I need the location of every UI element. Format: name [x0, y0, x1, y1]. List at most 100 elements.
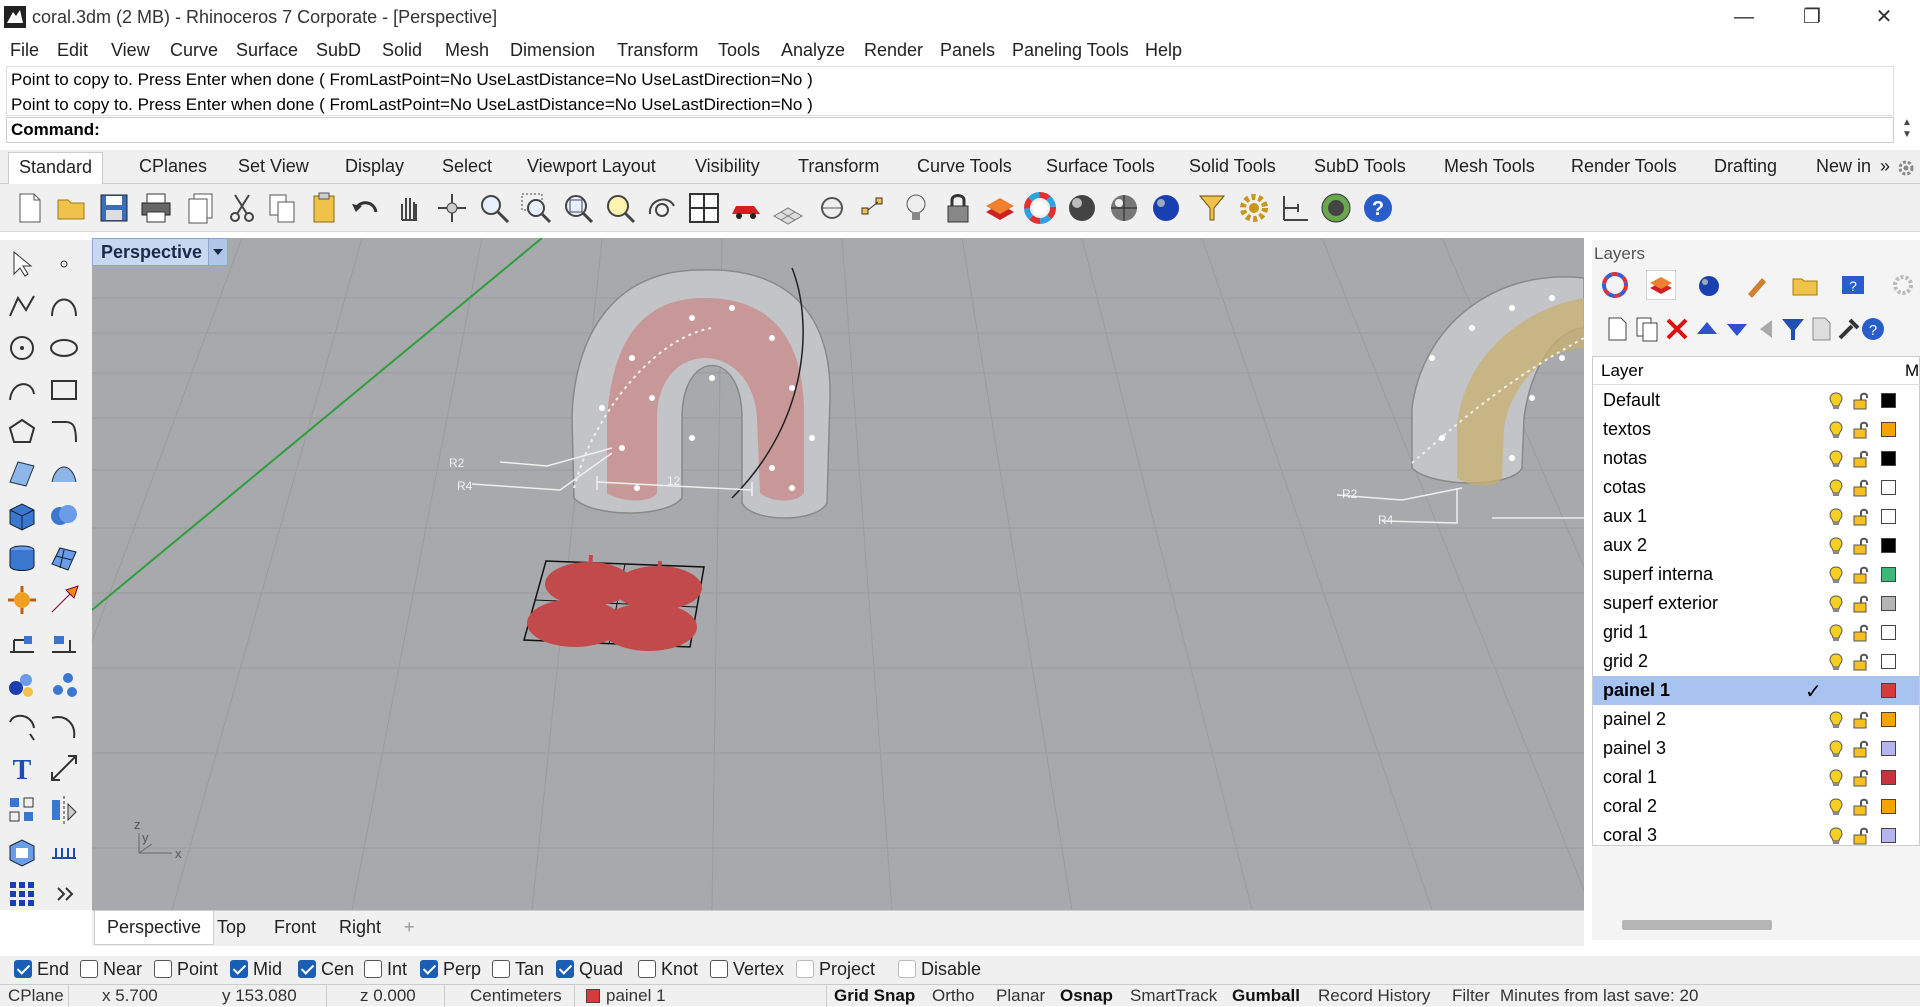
properties-tab-icon[interactable]	[1600, 270, 1630, 300]
tab-transform[interactable]: Transform	[798, 156, 879, 177]
layer-name[interactable]: coral 1	[1603, 767, 1657, 788]
planar-toggle[interactable]: Planar	[996, 986, 1045, 1006]
lightbulb-icon[interactable]	[1829, 595, 1843, 613]
units-label[interactable]: Centimeters	[470, 986, 562, 1006]
lightbulb-icon[interactable]	[1829, 479, 1843, 497]
files-tab-icon[interactable]	[1790, 270, 1820, 300]
select-arrow-icon[interactable]	[4, 246, 40, 282]
layer-color-swatch[interactable]	[1881, 567, 1896, 582]
cut-icon[interactable]	[224, 190, 260, 226]
osnap-tan[interactable]: Tan	[492, 959, 544, 980]
layer-row[interactable]: coral 3	[1593, 821, 1919, 850]
zoom-window-icon[interactable]	[518, 190, 554, 226]
layer-name[interactable]: grid 2	[1603, 651, 1648, 672]
layer-name[interactable]: cotas	[1603, 477, 1646, 498]
new-file-icon[interactable]	[12, 190, 48, 226]
grid-snap-toggle[interactable]: Grid Snap	[834, 986, 915, 1006]
osnap-checkbox[interactable]	[154, 960, 172, 978]
menu-transform[interactable]: Transform	[617, 40, 698, 61]
curve-icon[interactable]	[46, 288, 82, 324]
layer-color-swatch[interactable]	[1881, 480, 1896, 495]
rectangle-icon[interactable]	[46, 372, 82, 408]
osnap-checkbox[interactable]	[492, 960, 510, 978]
tab-visibility[interactable]: Visibility	[695, 156, 760, 177]
unlock-icon[interactable]	[1853, 566, 1869, 584]
osnap-icon[interactable]	[814, 190, 850, 226]
arc-rotate-icon[interactable]	[46, 708, 82, 744]
viewport-title[interactable]: Perspective	[92, 238, 218, 266]
osnap-checkbox[interactable]	[298, 960, 316, 978]
layer-name[interactable]: textos	[1603, 419, 1651, 440]
layer-row[interactable]: coral 1	[1593, 763, 1919, 792]
color-wheel-icon[interactable]	[1022, 190, 1058, 226]
surface-edit-icon[interactable]	[46, 456, 82, 492]
filter-toggle[interactable]: Filter	[1452, 986, 1490, 1006]
scale-arrow-icon[interactable]	[46, 582, 82, 618]
dimension-icon[interactable]	[1278, 190, 1314, 226]
layer-color-swatch[interactable]	[1881, 509, 1896, 524]
analyze-icon[interactable]	[4, 666, 40, 702]
box-icon[interactable]	[4, 498, 40, 534]
tab-solid-tools[interactable]: Solid Tools	[1189, 156, 1276, 177]
unlock-icon[interactable]	[1853, 653, 1869, 671]
layer-row[interactable]: grid 2	[1593, 647, 1919, 676]
pan-icon[interactable]	[390, 190, 426, 226]
render-tab-icon[interactable]	[1694, 270, 1724, 300]
tab-subd-tools[interactable]: SubD Tools	[1314, 156, 1406, 177]
menu-paneling-tools[interactable]: Paneling Tools	[1012, 40, 1129, 61]
menu-tools[interactable]: Tools	[718, 40, 760, 61]
hatch-icon[interactable]	[46, 834, 82, 870]
ellipse-icon[interactable]	[46, 330, 82, 366]
zoom-extents-icon[interactable]	[560, 190, 596, 226]
osnap-checkbox[interactable]	[796, 960, 814, 978]
new-layer-icon[interactable]	[1602, 314, 1632, 344]
scroll-down-icon[interactable]: ▼	[1896, 129, 1918, 141]
array-icon[interactable]	[4, 792, 40, 828]
car-icon[interactable]	[728, 190, 764, 226]
layer-name[interactable]: coral 3	[1603, 825, 1657, 846]
layer-help-icon[interactable]: ?	[1858, 314, 1888, 344]
help-tab-icon[interactable]: ?	[1838, 270, 1868, 300]
osnap-quad[interactable]: Quad	[556, 959, 623, 980]
undo-icon[interactable]	[348, 190, 384, 226]
surface-icon[interactable]	[4, 456, 40, 492]
menu-file[interactable]: File	[10, 40, 39, 61]
open-icon[interactable]	[54, 190, 90, 226]
import-icon[interactable]	[184, 190, 220, 226]
lightbulb-icon[interactable]	[1829, 421, 1843, 439]
layer-color-swatch[interactable]	[1881, 741, 1896, 756]
layer-name[interactable]: grid 1	[1603, 622, 1648, 643]
command-scrollbar[interactable]: ▲ ▼	[1896, 117, 1918, 143]
unlock-icon[interactable]	[1853, 769, 1869, 787]
osnap-mid[interactable]: Mid	[230, 959, 282, 980]
layer-name[interactable]: Default	[1603, 390, 1660, 411]
osnap-toggle[interactable]: Osnap	[1060, 986, 1113, 1006]
layer-color-swatch[interactable]	[1881, 625, 1896, 640]
unlock-icon[interactable]	[1853, 827, 1869, 845]
record-history-toggle[interactable]: Record History	[1318, 986, 1430, 1006]
unlock-icon[interactable]	[1853, 595, 1869, 613]
layer-row[interactable]: painel 2	[1593, 705, 1919, 734]
current-layer-swatch[interactable]	[586, 989, 600, 1003]
zoom-icon[interactable]	[476, 190, 512, 226]
tab-curve-tools[interactable]: Curve Tools	[917, 156, 1012, 177]
layer-color-swatch[interactable]	[1881, 422, 1896, 437]
menu-analyze[interactable]: Analyze	[781, 40, 845, 61]
tab-top[interactable]: Top	[217, 917, 246, 938]
layer-color-swatch[interactable]	[1881, 770, 1896, 785]
layers-tab-icon[interactable]	[1646, 270, 1676, 300]
dots-icon[interactable]	[46, 666, 82, 702]
layer-color-swatch[interactable]	[1881, 538, 1896, 553]
mirror-icon[interactable]	[46, 792, 82, 828]
coral-arch-left[interactable]	[571, 267, 831, 519]
arc-icon[interactable]	[4, 372, 40, 408]
osnap-end[interactable]: End	[14, 959, 69, 980]
tab-new-in[interactable]: New in	[1816, 156, 1871, 177]
layer-row[interactable]: textos	[1593, 415, 1919, 444]
polyline-icon[interactable]	[4, 288, 40, 324]
save-icon[interactable]	[96, 190, 132, 226]
tab-cplanes[interactable]: CPlanes	[139, 156, 207, 177]
layer-row[interactable]: coral 2	[1593, 792, 1919, 821]
funnel-icon[interactable]	[1194, 190, 1230, 226]
layer-states-icon[interactable]	[1806, 314, 1836, 344]
